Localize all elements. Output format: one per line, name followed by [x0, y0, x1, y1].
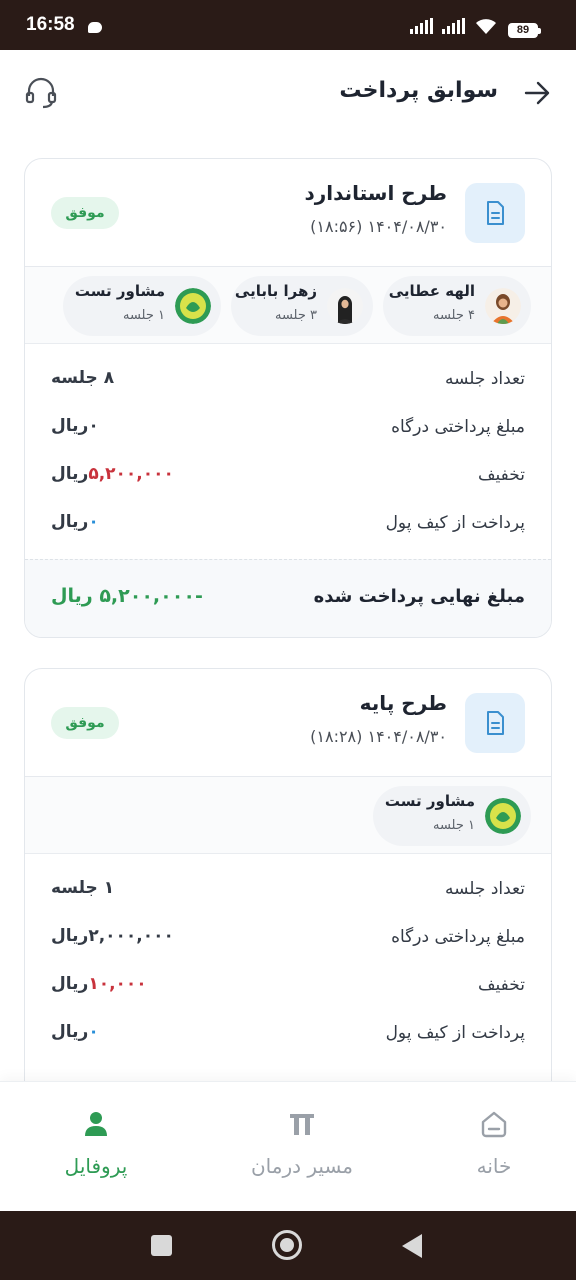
avatar [485, 798, 521, 834]
arrow-right-icon[interactable] [524, 80, 550, 106]
consultant-sessions: ۱ جلسه [122, 308, 165, 323]
wallet-amount: ۰ [88, 1022, 99, 1042]
payment-card-header: طرح استاندارد ۱۴۰۴/۰۸/۳۰ (۱۸:۵۶) موفق [25, 159, 551, 267]
detail-label: پرداخت از کیف پول [385, 1023, 525, 1043]
detail-row: پرداخت از کیف پول ۰ریال [25, 499, 551, 547]
status-badge: موفق [51, 707, 119, 739]
detail-value: ۰ریال [51, 416, 105, 436]
status-badge: موفق [51, 197, 119, 229]
home-icon [481, 1111, 507, 1138]
total-value: -۵,۲۰۰,۰۰۰ ریال [51, 585, 203, 607]
detail-label: پرداخت از کیف پول [385, 513, 525, 533]
status-bar: 16:58 89 [0, 0, 576, 50]
consultant-chip[interactable]: مشاور تست ۱ جلسه [63, 276, 221, 336]
payment-details: تعداد جلسه ۱ جلسه مبلغ پرداختی درگاه ۲,۰… [25, 854, 551, 1057]
payment-date: ۱۴۰۴/۰۸/۳۰ (۱۸:۲۸) [310, 727, 447, 746]
payment-card: طرح پایه ۱۴۰۴/۰۸/۳۰ (۱۸:۲۸) موفق مشاور ت… [24, 668, 552, 1108]
header: سوابق پرداخت [0, 50, 576, 140]
nav-label: خانه [476, 1154, 512, 1178]
plan-name: طرح استاندارد [304, 181, 447, 205]
detail-row: تعداد جلسه ۱ جلسه [25, 865, 551, 913]
detail-row: پرداخت از کیف پول ۰ریال [25, 1009, 551, 1057]
consultant-name: الهه عطایی [388, 282, 475, 300]
battery-icon: 89 [508, 23, 541, 38]
avatar [327, 288, 363, 324]
page-title: سوابق پرداخت [339, 78, 498, 103]
recents-icon[interactable] [151, 1235, 172, 1256]
payment-details: تعداد جلسه ۸ جلسه مبلغ پرداختی درگاه ۰ری… [25, 344, 551, 547]
consultant-name: زهرا بابایی [234, 282, 317, 300]
document-icon [465, 183, 525, 243]
detail-label: مبلغ پرداختی درگاه [391, 417, 525, 437]
consultant-list: الهه عطایی ۴ جلسه زهرا بابایی ۳ جلسه مشا… [25, 267, 551, 344]
detail-row: تخفیف ۵,۲۰۰,۰۰۰ریال [25, 451, 551, 499]
consultant-sessions: ۱ جلسه [432, 818, 475, 833]
notification-icon [88, 22, 102, 33]
status-time: 16:58 [26, 14, 75, 35]
detail-value: ۲,۰۰۰,۰۰۰ریال [51, 926, 180, 946]
consultant-name: مشاور تست [384, 792, 475, 810]
system-nav-bar [0, 1211, 576, 1280]
consultant-list: مشاور تست ۱ جلسه [25, 777, 551, 854]
nav-label: مسیر درمان [250, 1154, 354, 1178]
headset-icon[interactable] [24, 76, 58, 110]
consultant-name: مشاور تست [74, 282, 165, 300]
detail-row: تخفیف ۱۰,۰۰۰ریال [25, 961, 551, 1009]
amount: ۰ [88, 416, 99, 436]
document-icon [465, 693, 525, 753]
signal-icon [410, 18, 433, 34]
wallet-amount: ۰ [88, 512, 99, 532]
signal-icon [442, 18, 465, 34]
currency: ریال [51, 1022, 89, 1042]
consultant-sessions: ۴ جلسه [432, 308, 475, 323]
plan-name: طرح پایه [359, 691, 447, 715]
currency: ریال [51, 512, 89, 532]
bottom-nav: خانه مسیر درمان پروفایل [0, 1081, 576, 1211]
detail-label: تعداد جلسه [445, 879, 525, 899]
payment-date: ۱۴۰۴/۰۸/۳۰ (۱۸:۵۶) [310, 217, 447, 236]
nav-home[interactable]: خانه [398, 1082, 576, 1212]
currency: ریال [51, 416, 89, 436]
currency: ریال [51, 926, 89, 946]
user-icon [85, 1112, 107, 1136]
nav-profile[interactable]: پروفایل [0, 1082, 192, 1212]
currency: ریال [51, 464, 89, 484]
detail-label: تعداد جلسه [445, 369, 525, 389]
detail-value: ۱۰,۰۰۰ریال [51, 974, 153, 994]
nav-label: پروفایل [64, 1154, 128, 1178]
detail-label: تخفیف [477, 975, 525, 995]
path-icon [290, 1114, 314, 1135]
avatar [175, 288, 211, 324]
consultant-sessions: ۳ جلسه [274, 308, 317, 323]
payment-card: طرح استاندارد ۱۴۰۴/۰۸/۳۰ (۱۸:۵۶) موفق ال… [24, 158, 552, 638]
detail-label: مبلغ پرداختی درگاه [391, 927, 525, 947]
home-button-icon[interactable] [272, 1230, 302, 1260]
payment-card-header: طرح پایه ۱۴۰۴/۰۸/۳۰ (۱۸:۲۸) موفق [25, 669, 551, 777]
detail-value: ۵,۲۰۰,۰۰۰ریال [51, 464, 180, 484]
detail-row: مبلغ پرداختی درگاه ۰ریال [25, 403, 551, 451]
currency: ریال [51, 974, 89, 994]
detail-label: تخفیف [477, 465, 525, 485]
consultant-chip[interactable]: زهرا بابایی ۳ جلسه [231, 276, 373, 336]
avatar [485, 288, 521, 324]
total-row: مبلغ نهایی پرداخت شده -۵,۲۰۰,۰۰۰ ریال [25, 559, 551, 637]
wifi-icon [476, 19, 496, 34]
nav-path[interactable]: مسیر درمان [206, 1082, 398, 1212]
detail-row: مبلغ پرداختی درگاه ۲,۰۰۰,۰۰۰ریال [25, 913, 551, 961]
consultant-chip[interactable]: مشاور تست ۱ جلسه [373, 786, 531, 846]
detail-value: ۸ جلسه [51, 368, 115, 388]
consultant-chip[interactable]: الهه عطایی ۴ جلسه [383, 276, 531, 336]
detail-row: تعداد جلسه ۸ جلسه [25, 355, 551, 403]
detail-value: ۰ریال [51, 512, 105, 532]
detail-value: ۱ جلسه [51, 878, 115, 898]
back-icon[interactable] [402, 1234, 422, 1258]
detail-value: ۰ریال [51, 1022, 105, 1042]
discount-amount: ۱۰,۰۰۰ [88, 974, 147, 994]
discount-amount: ۵,۲۰۰,۰۰۰ [88, 464, 174, 484]
total-label: مبلغ نهایی پرداخت شده [313, 586, 525, 607]
amount: ۲,۰۰۰,۰۰۰ [88, 926, 174, 946]
